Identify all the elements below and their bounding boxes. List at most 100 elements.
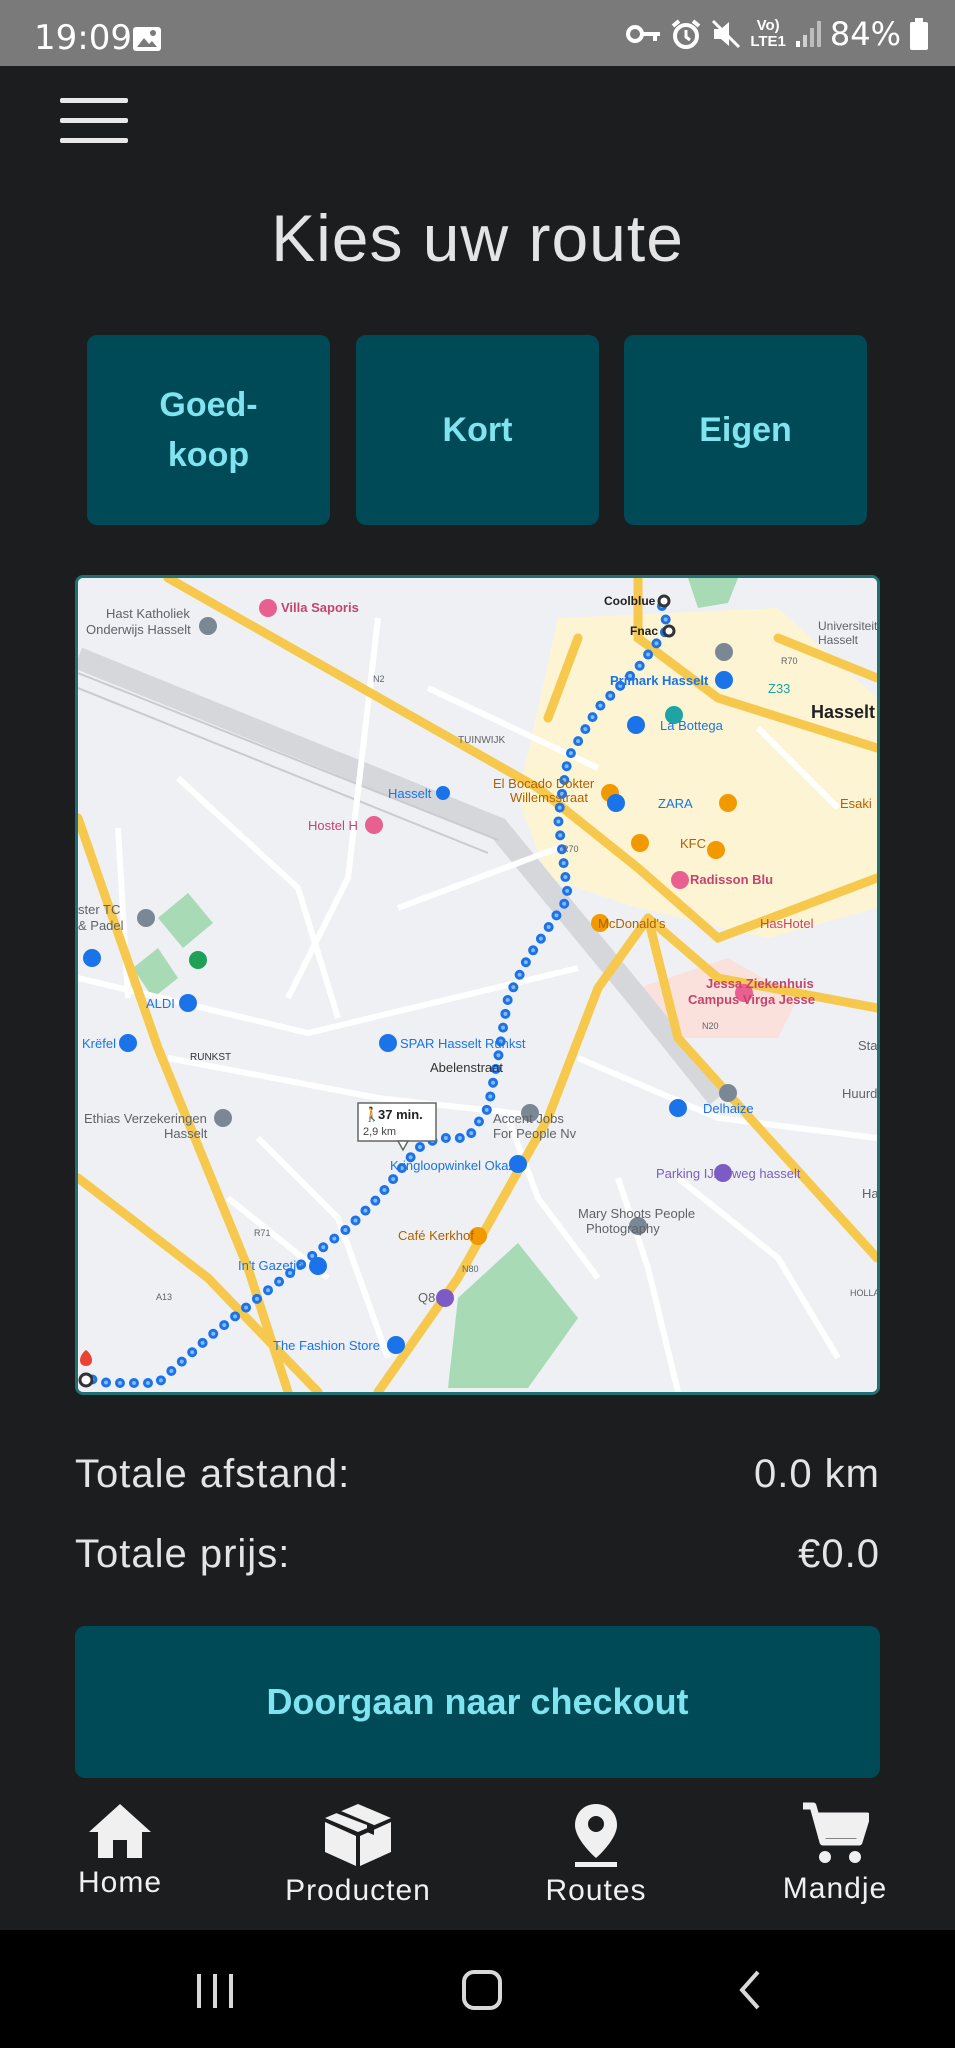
- checkout-button[interactable]: Doorgaan naar checkout: [75, 1626, 880, 1778]
- map-label: ALDI: [146, 996, 175, 1011]
- status-bar: 19:09 Vo) LTE1 84%: [0, 0, 955, 66]
- map-label: Ethias Verzekeringen: [84, 1111, 207, 1126]
- map-label: Hasselt: [388, 786, 432, 801]
- map-label: La Bottega: [660, 718, 724, 733]
- box-icon: [325, 1804, 391, 1866]
- map-label: Z33: [768, 681, 790, 696]
- map-label: Primark Hasselt: [610, 673, 709, 688]
- map-label: Fnac: [630, 624, 658, 638]
- mute-icon: [712, 19, 741, 49]
- map-label: Jessa Ziekenhuis: [706, 976, 814, 991]
- map-label: N80: [462, 1264, 479, 1274]
- map-label: In't Gazetje: [238, 1258, 303, 1273]
- battery-icon: [910, 18, 928, 50]
- map-label: Accent Jobs: [493, 1111, 564, 1126]
- map-label: R71: [254, 1228, 271, 1238]
- map-label: Krëfel: [82, 1036, 116, 1051]
- map-label: Mary Shoots People: [578, 1206, 695, 1221]
- map-label: Ha: [862, 1186, 877, 1201]
- route-cheap-button[interactable]: Goed- koop: [87, 335, 330, 525]
- map-label: N2: [373, 674, 385, 684]
- route-map[interactable]: 37 min. 2,9 km 🚶 Hast Katholiek Onderwij…: [75, 575, 880, 1395]
- map-label: & Padel: [78, 918, 124, 933]
- system-navigation-bar: [0, 1930, 955, 2048]
- total-price-value: €0.0: [798, 1532, 880, 1576]
- total-distance-label: Totale afstand:: [75, 1452, 351, 1496]
- total-distance-value: 0.0 km: [753, 1452, 880, 1496]
- stop-marker[interactable]: [662, 624, 676, 638]
- page-title: Kies uw route: [271, 201, 684, 275]
- battery-percent: 84%: [829, 15, 901, 53]
- nav-products[interactable]: Producten: [258, 1790, 458, 1910]
- map-label: N20: [702, 1021, 719, 1031]
- map-canvas[interactable]: 37 min. 2,9 km 🚶 Hast Katholiek Onderwij…: [78, 578, 877, 1392]
- total-price-row: Totale prijs: €0.0: [75, 1532, 880, 1577]
- start-marker[interactable]: [657, 594, 671, 608]
- map-label: McDonald's: [598, 916, 666, 931]
- image-icon: [133, 27, 161, 51]
- status-time: 19:09: [34, 18, 132, 58]
- distance-text: 2,9 km: [363, 1126, 396, 1138]
- map-label: KFC: [680, 836, 706, 851]
- map-label: Photography: [586, 1221, 660, 1236]
- map-label: For People Nv: [493, 1126, 577, 1141]
- route-own-button[interactable]: Eigen: [624, 335, 867, 525]
- map-label: Hostel H: [308, 818, 358, 833]
- map-label: El Bocado Dokter: [493, 776, 595, 791]
- back-icon[interactable]: [710, 1960, 790, 2020]
- map-label: SPAR Hasselt Runkst: [400, 1036, 526, 1051]
- recents-icon[interactable]: [175, 1960, 255, 2020]
- nav-products-label: Producten: [285, 1874, 431, 1907]
- map-label: Coolblue: [604, 594, 656, 608]
- shopping-cart-icon: [803, 1802, 869, 1863]
- map-label: ZARA: [658, 796, 693, 811]
- map-label: Hasselt: [818, 633, 859, 647]
- map-label: Campus Virga Jesse: [688, 992, 815, 1007]
- map-label: Kringloopwinkel Okazi: [390, 1158, 518, 1173]
- nav-routes-label: Routes: [545, 1874, 647, 1907]
- map-label: Universiteit: [818, 619, 877, 633]
- map-label: Hast Katholiek: [106, 606, 190, 621]
- map-label: Onderwijs Hasselt: [86, 622, 191, 637]
- svg-text:🚶: 🚶: [363, 1106, 380, 1123]
- map-label: R70: [781, 656, 798, 666]
- key-icon: [626, 25, 661, 43]
- map-label: Willemsstraat: [510, 790, 588, 805]
- signal-icon: [795, 21, 821, 47]
- network-type: Vo) LTE1: [750, 17, 786, 50]
- map-label: Delhaize: [703, 1101, 754, 1116]
- duration-text: 37 min.: [378, 1107, 423, 1122]
- map-label: Huurd: [842, 1086, 877, 1101]
- route-short-button[interactable]: Kort: [356, 335, 599, 525]
- map-label: RUNKST: [190, 1052, 231, 1063]
- map-label: A13: [156, 1292, 172, 1302]
- location-pin-icon: [575, 1804, 617, 1867]
- map-label: Villa Saporis: [281, 600, 359, 615]
- nav-home[interactable]: Home: [20, 1790, 220, 1910]
- nav-cart[interactable]: Mandje: [735, 1790, 935, 1910]
- map-label: HasHotel: [760, 916, 814, 931]
- map-label: Sta: [858, 1038, 877, 1053]
- alarm-icon: [672, 19, 701, 49]
- home-button-icon[interactable]: [442, 1960, 522, 2020]
- map-label: R70: [562, 844, 579, 854]
- home-icon: [89, 1804, 151, 1858]
- map-label: Abelenstraat: [430, 1060, 503, 1075]
- status-icons: Vo) LTE1 84%: [626, 14, 929, 54]
- bottom-navigation: Home Producten Routes Mandje: [0, 1790, 955, 1930]
- map-label: The Fashion Store: [273, 1338, 380, 1353]
- nav-home-label: Home: [77, 1866, 163, 1899]
- map-label: Hasselt: [164, 1126, 208, 1141]
- map-label: Parking IJzerweg hasselt: [656, 1166, 801, 1181]
- nav-routes[interactable]: Routes: [496, 1790, 696, 1910]
- nav-cart-label: Mandje: [782, 1872, 888, 1905]
- map-label: Café Kerkhof: [398, 1228, 474, 1243]
- total-price-label: Totale prijs:: [75, 1532, 291, 1576]
- hamburger-menu-icon[interactable]: [60, 98, 130, 148]
- map-label: Esaki: [840, 796, 872, 811]
- map-label: Hasselt: [811, 702, 875, 722]
- map-label: Radisson Blu: [690, 872, 773, 887]
- total-distance-row: Totale afstand: 0.0 km: [75, 1452, 880, 1497]
- map-label: TUINWIJK: [458, 735, 506, 746]
- map-label: Q8: [418, 1290, 435, 1305]
